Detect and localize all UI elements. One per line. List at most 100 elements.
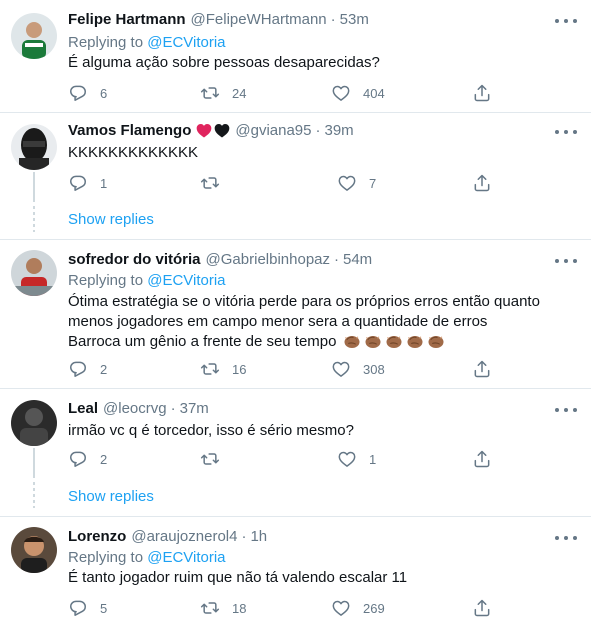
user-handle[interactable]: @araujoznerol4: [131, 528, 237, 545]
timestamp[interactable]: 53m: [340, 11, 369, 28]
reply-button[interactable]: 2: [68, 448, 107, 470]
timestamp[interactable]: 1h: [250, 528, 267, 545]
reply-icon: [68, 359, 88, 379]
tweet-text: KKKKKKKKKKKKK: [68, 143, 198, 163]
separator-dot: ·: [315, 122, 321, 139]
tweet-actions: 5 18 269: [68, 597, 508, 619]
avatar[interactable]: [11, 250, 57, 296]
heart-icon: [337, 173, 357, 193]
retweet-icon: [200, 173, 220, 193]
thread-line: [33, 172, 35, 202]
divider: [0, 516, 591, 517]
tweet-text-line: É alguma ação sobre pessoas desaparecida…: [68, 54, 380, 71]
share-icon: [472, 83, 492, 103]
reply-button[interactable]: 5: [68, 597, 107, 619]
tweet-text: irmão vc q é torcedor, isso é sério mesm…: [68, 421, 354, 441]
like-button[interactable]: 7: [337, 172, 376, 194]
reply-button[interactable]: 1: [68, 172, 107, 194]
like-count: 1: [369, 451, 377, 467]
more-icon[interactable]: [555, 403, 577, 417]
share-button[interactable]: [472, 82, 492, 104]
tweet-text-line: Barroca um gênio a frente de seu tempo: [68, 333, 337, 350]
user-handle[interactable]: @leocrvg: [103, 400, 167, 417]
reply-count: 5: [100, 600, 108, 616]
separator-dot: ·: [170, 400, 176, 417]
user-handle[interactable]: @FelipeWHartmann: [191, 11, 327, 28]
reply-icon: [68, 173, 88, 193]
share-button[interactable]: [472, 172, 492, 194]
share-button[interactable]: [472, 448, 492, 470]
mention-link[interactable]: @ECVitoria: [147, 272, 225, 289]
user-handle[interactable]: @gviana95: [235, 122, 311, 139]
replying-label: Replying to: [68, 272, 144, 289]
tweet-text-line-wrap: Barroca um gênio a frente de seu tempo: [68, 332, 540, 352]
timestamp[interactable]: 37m: [180, 400, 209, 417]
more-icon[interactable]: [555, 531, 577, 545]
reply-button[interactable]: 6: [68, 82, 107, 104]
clapping-hands-emoji: [363, 333, 383, 351]
retweet-count: 24: [232, 85, 247, 101]
show-replies-link[interactable]: Show replies: [68, 488, 154, 505]
retweet-icon: [200, 449, 220, 469]
user-handle[interactable]: @Gabrielbinhopaz: [206, 251, 330, 268]
avatar[interactable]: [11, 400, 57, 446]
heart-icon: [331, 83, 351, 103]
more-icon[interactable]: [555, 125, 577, 139]
display-name[interactable]: Vamos Flamengo: [68, 122, 191, 139]
share-button[interactable]: [472, 597, 492, 619]
heart-icon: [337, 449, 357, 469]
thread-line: [33, 448, 35, 478]
clapping-hands-emoji: [384, 333, 404, 351]
more-icon[interactable]: [555, 254, 577, 268]
divider: [0, 112, 591, 113]
tweet-header: Vamos Flamengo @gviana95 · 39m: [68, 122, 354, 139]
reply-icon: [68, 449, 88, 469]
reply-count: 2: [100, 361, 108, 377]
more-icon[interactable]: [555, 14, 577, 28]
like-count: 269: [363, 600, 385, 616]
like-count: 7: [369, 175, 377, 191]
like-count: 308: [363, 361, 385, 377]
avatar[interactable]: [11, 124, 57, 170]
like-button[interactable]: 404: [331, 82, 385, 104]
like-button[interactable]: 308: [331, 358, 385, 380]
display-name[interactable]: Leal: [68, 400, 98, 417]
retweet-button[interactable]: 24: [200, 82, 246, 104]
tweet-text-line: É tanto jogador ruim que não tá valendo …: [68, 569, 408, 586]
retweet-count: 16: [232, 361, 247, 377]
share-icon: [472, 449, 492, 469]
display-name[interactable]: Lorenzo: [68, 528, 126, 545]
tweet-actions: 2 16 308: [68, 358, 508, 380]
tweet-text: É alguma ação sobre pessoas desaparecida…: [68, 53, 380, 73]
retweet-button[interactable]: [200, 448, 232, 470]
mention-link[interactable]: @ECVitoria: [147, 549, 225, 566]
tweet-text: Ótima estratégia se o vitória perde para…: [68, 292, 540, 352]
tweet-actions: 2 1: [68, 448, 508, 470]
display-name[interactable]: Felipe Hartmann: [68, 11, 186, 28]
thread-dots: [33, 482, 35, 508]
black-heart-icon: [215, 124, 230, 138]
like-button[interactable]: 269: [331, 597, 385, 619]
reply-button[interactable]: 2: [68, 358, 107, 380]
mention-link[interactable]: @ECVitoria: [147, 34, 225, 51]
avatar[interactable]: [11, 13, 57, 59]
separator-dot: ·: [241, 528, 247, 545]
timestamp[interactable]: 39m: [325, 122, 354, 139]
retweet-button[interactable]: [200, 172, 232, 194]
share-icon: [472, 598, 492, 618]
display-name[interactable]: sofredor do vitória: [68, 251, 201, 268]
reply-count: 1: [100, 175, 108, 191]
clapping-hands-emoji: [405, 333, 425, 351]
replying-label: Replying to: [68, 549, 144, 566]
retweet-button[interactable]: 18: [200, 597, 246, 619]
reply-count: 6: [100, 85, 108, 101]
timestamp[interactable]: 54m: [343, 251, 372, 268]
share-button[interactable]: [472, 358, 492, 380]
replying-to: Replying to @ECVitoria: [68, 549, 226, 566]
retweet-button[interactable]: 16: [200, 358, 246, 380]
show-replies-link[interactable]: Show replies: [68, 211, 154, 228]
replying-to: Replying to @ECVitoria: [68, 34, 226, 51]
like-button[interactable]: 1: [337, 448, 376, 470]
avatar[interactable]: [11, 527, 57, 573]
tweet-header: Lorenzo @araujoznerol4 · 1h: [68, 528, 267, 545]
